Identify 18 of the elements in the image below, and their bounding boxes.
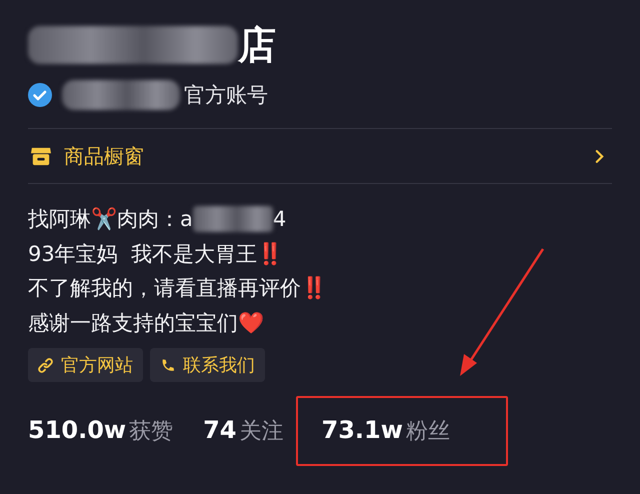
- shop-window-row[interactable]: 商品橱窗: [28, 128, 612, 184]
- stat-item[interactable]: 510.0w获赞: [28, 416, 174, 446]
- website-button[interactable]: 官方网站: [28, 348, 143, 382]
- profile-name: 店: [238, 22, 276, 68]
- verification-text: 官方账号: [184, 82, 268, 109]
- contact-button[interactable]: 联系我们: [150, 348, 265, 382]
- bio-text: 93年宝妈 我不是大胃王‼: [28, 240, 284, 268]
- bio-text: 找阿琳✂肉肉：a: [28, 206, 193, 234]
- stat-item[interactable]: 74 关注: [203, 416, 284, 446]
- bio-text: 不了解我的，请看直播再评价‼: [28, 275, 327, 302]
- bio-text: 感谢一路支持的宝宝们❤: [28, 310, 264, 337]
- bio-text: 4: [272, 207, 286, 232]
- shop-icon: [30, 146, 52, 166]
- link-icon: [38, 358, 53, 372]
- chevron-icon: [595, 148, 604, 164]
- phone-icon: [160, 358, 175, 372]
- verified-icon: [28, 83, 52, 107]
- stat-item[interactable]: 73.1w粉丝: [322, 416, 450, 446]
